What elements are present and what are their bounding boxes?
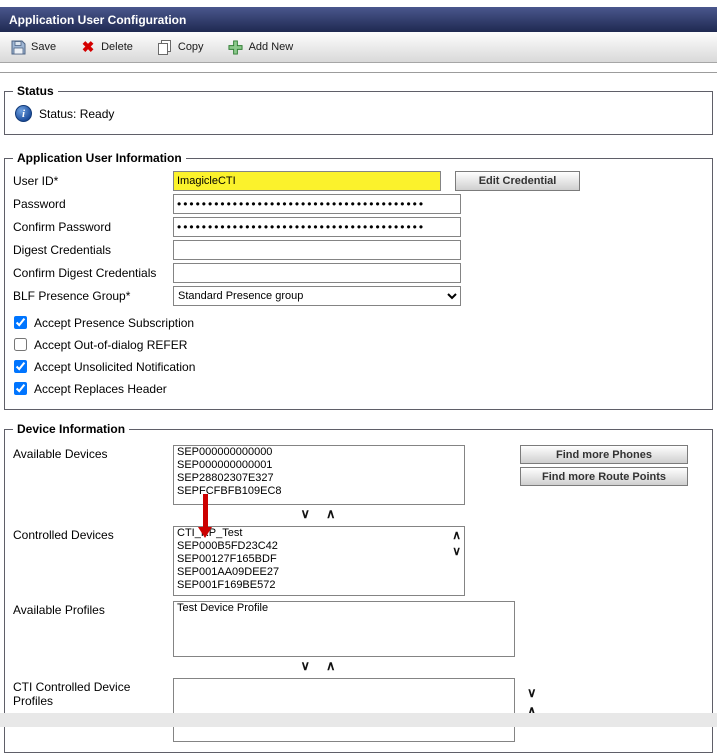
- available-devices-label: Available Devices: [13, 445, 173, 461]
- save-label: Save: [31, 41, 56, 53]
- page-title: Application User Configuration: [9, 13, 186, 27]
- device-information-legend: Device Information: [13, 422, 129, 436]
- confirm-password-row: Confirm Password: [13, 215, 704, 238]
- accept-out-of-dialog-refer-checkbox[interactable]: [14, 338, 27, 351]
- available-profiles-row: Available Profiles Test Device Profile: [13, 601, 704, 657]
- delete-icon: ✖: [80, 39, 96, 55]
- accept-replaces-header-row[interactable]: Accept Replaces Header: [13, 378, 704, 399]
- accept-unsolicited-notification-row[interactable]: Accept Unsolicited Notification: [13, 356, 704, 377]
- password-row: Password: [13, 192, 704, 215]
- save-button[interactable]: Save: [10, 39, 56, 55]
- add-new-label: Add New: [249, 41, 294, 53]
- info-icon: i: [15, 105, 32, 122]
- find-more-route-points-button[interactable]: Find more Route Points: [520, 467, 688, 486]
- move-up-icon[interactable]: ∧: [326, 659, 336, 673]
- status-row: i Status: Ready: [13, 102, 704, 124]
- digest-credentials-row: Digest Credentials: [13, 238, 704, 261]
- edit-credential-button[interactable]: Edit Credential: [455, 171, 580, 191]
- password-label: Password: [13, 197, 173, 211]
- top-spacer: [0, 0, 717, 7]
- blf-presence-group-select[interactable]: Standard Presence group: [173, 286, 461, 306]
- password-input[interactable]: [173, 194, 461, 214]
- available-profiles-listbox[interactable]: Test Device Profile: [173, 601, 515, 657]
- move-down-icon[interactable]: ∨: [527, 686, 537, 700]
- user-id-label: User ID*: [13, 174, 173, 188]
- list-item[interactable]: SEP001F169BE572: [174, 579, 464, 592]
- move-up-icon[interactable]: ∧: [326, 507, 336, 521]
- application-user-information-legend: Application User Information: [13, 151, 186, 165]
- digest-credentials-input[interactable]: [173, 240, 461, 260]
- list-item[interactable]: SEP001AA09DEE27: [174, 566, 464, 579]
- accept-unsolicited-notification-checkbox[interactable]: [14, 360, 27, 373]
- confirm-digest-credentials-row: Confirm Digest Credentials: [13, 261, 704, 284]
- list-item[interactable]: SEP28802307E327: [174, 472, 464, 485]
- find-buttons-column: Find more Phones Find more Route Points: [520, 445, 688, 486]
- delete-label: Delete: [101, 41, 133, 53]
- cti-controlled-device-profiles-listbox[interactable]: [173, 678, 515, 742]
- confirm-digest-credentials-label: Confirm Digest Credentials: [13, 266, 173, 280]
- accept-replaces-header-label: Accept Replaces Header: [34, 382, 167, 396]
- available-devices-listbox[interactable]: SEP000000000000 SEP000000000001 SEP28802…: [173, 445, 465, 505]
- move-down-icon[interactable]: ∨: [300, 659, 310, 673]
- available-profiles-move-arrows: ∨ ∧: [173, 659, 463, 673]
- list-item[interactable]: Test Device Profile: [174, 602, 514, 615]
- list-item[interactable]: SEP00127F165BDF: [174, 553, 464, 566]
- available-profiles-label: Available Profiles: [13, 601, 173, 617]
- user-id-row: User ID* Edit Credential: [13, 169, 704, 192]
- digest-credentials-label: Digest Credentials: [13, 243, 173, 257]
- list-item[interactable]: CTI_RP_Test: [174, 527, 464, 540]
- list-item[interactable]: SEPFCFBFB109EC8: [174, 485, 464, 498]
- title-bar: Application User Configuration: [0, 7, 717, 32]
- device-information-section: Device Information Available Devices SEP…: [4, 422, 713, 753]
- accept-unsolicited-notification-label: Accept Unsolicited Notification: [34, 360, 195, 374]
- page: { "colors": { "title_bar": "#2C3A6E", "u…: [0, 0, 717, 727]
- user-id-input[interactable]: [173, 171, 441, 191]
- available-devices-row: Available Devices SEP000000000000 SEP000…: [13, 445, 704, 505]
- scroll-down-icon[interactable]: ∨: [452, 546, 461, 557]
- accept-out-of-dialog-refer-label: Accept Out-of-dialog REFER: [34, 338, 187, 352]
- confirm-password-input[interactable]: [173, 217, 461, 237]
- scroll-up-icon[interactable]: ∧: [452, 530, 461, 541]
- blf-presence-group-label: BLF Presence Group*: [13, 289, 173, 303]
- copy-button[interactable]: Copy: [157, 39, 204, 55]
- controlled-devices-listbox[interactable]: CTI_RP_Test SEP000B5FD23C42 SEP00127F165…: [173, 526, 465, 596]
- controlled-devices-row: Controlled Devices CTI_RP_Test SEP000B5F…: [13, 526, 704, 596]
- status-section: Status i Status: Ready: [4, 84, 713, 135]
- find-more-phones-button[interactable]: Find more Phones: [520, 445, 688, 464]
- add-new-icon: [228, 39, 244, 55]
- save-icon: [10, 39, 26, 55]
- accept-presence-subscription-row[interactable]: Accept Presence Subscription: [13, 312, 704, 333]
- divider: [0, 72, 717, 73]
- footer-strip: [0, 713, 717, 727]
- application-user-information-section: Application User Information User ID* Ed…: [4, 151, 713, 410]
- toolbar: Save ✖ Delete Copy Add New: [0, 32, 717, 63]
- controlled-devices-scroll: ∧ ∨: [452, 530, 461, 557]
- status-message: Status: Ready: [39, 107, 114, 121]
- confirm-digest-credentials-input[interactable]: [173, 263, 461, 283]
- accept-presence-subscription-checkbox[interactable]: [14, 316, 27, 329]
- list-item[interactable]: SEP000000000001: [174, 459, 464, 472]
- copy-icon: [157, 39, 173, 55]
- accept-out-of-dialog-refer-row[interactable]: Accept Out-of-dialog REFER: [13, 334, 704, 355]
- copy-label: Copy: [178, 41, 204, 53]
- cti-controlled-device-profiles-label: CTI Controlled Device Profiles: [13, 678, 173, 708]
- accept-presence-subscription-label: Accept Presence Subscription: [34, 316, 194, 330]
- move-down-icon[interactable]: ∨: [300, 507, 310, 521]
- controlled-devices-label: Controlled Devices: [13, 526, 173, 542]
- confirm-password-label: Confirm Password: [13, 220, 173, 234]
- add-new-button[interactable]: Add New: [228, 39, 294, 55]
- delete-button[interactable]: ✖ Delete: [80, 39, 133, 55]
- available-devices-move-arrows: ∨ ∧: [173, 507, 463, 521]
- red-arrow-annotation: [203, 494, 208, 527]
- cti-controlled-device-profiles-row: CTI Controlled Device Profiles ∨ ∧: [13, 678, 704, 742]
- status-legend: Status: [13, 84, 58, 98]
- list-item[interactable]: SEP000B5FD23C42: [174, 540, 464, 553]
- accept-replaces-header-checkbox[interactable]: [14, 382, 27, 395]
- blf-presence-group-row: BLF Presence Group* Standard Presence gr…: [13, 284, 704, 307]
- list-item[interactable]: SEP000000000000: [174, 446, 464, 459]
